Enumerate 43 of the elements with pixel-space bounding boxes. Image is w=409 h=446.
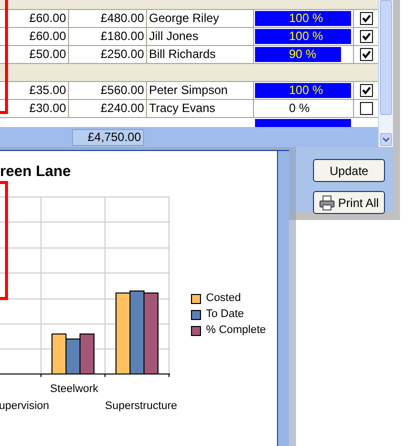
table-cell: £60.00 [0,28,69,45]
table-cell: Jill Jones [147,28,254,45]
progress-reading: 100 % [289,82,324,99]
update-button[interactable]: Update [313,159,385,182]
table-cell: Tracy Evans [147,100,254,117]
print-button[interactable]: Print All [313,191,385,214]
printer-icon [319,194,336,210]
category-label: Steelwork [50,382,98,397]
table-cell: £560.00 [69,82,147,99]
checkbox[interactable] [360,12,372,25]
progress-reading: 0 % [289,100,310,117]
checkbox[interactable] [360,84,372,97]
scrollbar[interactable] [378,0,393,147]
table-cell: £240.00 [69,100,147,117]
checkbox[interactable] [360,102,372,115]
legend-label: To Date [206,307,244,322]
scroll-down-button[interactable] [380,133,392,146]
category-label: upervision [0,399,50,414]
table-cell: £30.00 [0,100,69,117]
legend-label: Costed [206,291,241,306]
table-cell: £60.00 [0,10,69,27]
table-cell: George Riley [147,10,254,27]
checkbox[interactable] [360,30,372,43]
table-cell: £250.00 [69,46,147,63]
category-label: Superstructure [105,399,178,414]
checkbox[interactable] [360,48,372,61]
progress-reading: 90 % [289,46,316,63]
chevron-down-icon [382,137,390,142]
progress-reading: 100 % [289,28,324,45]
table-cell: £180.00 [69,28,147,45]
table-cell: £50.00 [0,46,69,63]
table-cell: Bill Richards [147,46,254,63]
table-cell: £480.00 [69,10,147,27]
bar [52,334,66,374]
bar [80,334,94,374]
total-cell: £4,750.00 [72,128,144,146]
table-cell: £35.00 [0,82,69,99]
chart-title: reen Lane [0,162,71,182]
bar [66,338,80,374]
table-cell: Peter Simpson [147,82,254,99]
scroll-thumb[interactable] [380,0,392,115]
legend-label: % Complete [206,323,266,338]
progress-reading: 100 % [289,10,324,27]
